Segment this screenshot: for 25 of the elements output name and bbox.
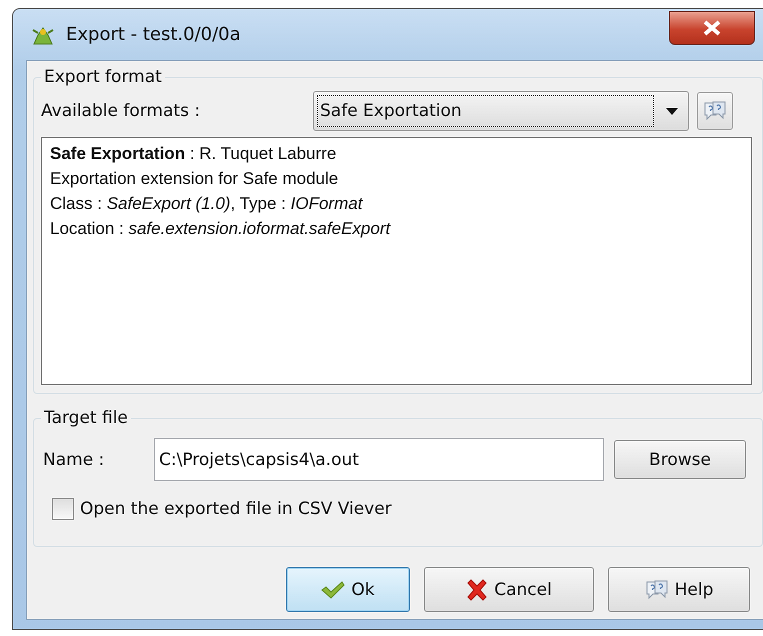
name-label: Name : bbox=[42, 450, 106, 470]
formats-label: Available formats : bbox=[41, 101, 202, 121]
file-name-field[interactable]: C:\Projets\capsis4\a.out bbox=[154, 438, 604, 481]
viewer-checkbox[interactable] bbox=[52, 498, 74, 520]
group-title: Export format bbox=[43, 67, 163, 87]
help-icon bbox=[644, 578, 669, 600]
help-button[interactable]: Help bbox=[608, 567, 750, 612]
checkbox-label: Open the exported file in CSV Viever bbox=[80, 499, 392, 519]
check-icon bbox=[321, 580, 346, 598]
window-title: Export - test.0/0/0a bbox=[66, 24, 241, 45]
close-icon bbox=[703, 20, 721, 36]
description-line: Class : SafeExport (1.0), Type : IOFormat bbox=[50, 193, 364, 215]
format-help-button[interactable] bbox=[697, 92, 733, 130]
format-dropdown[interactable]: Safe Exportation bbox=[313, 91, 689, 131]
cross-icon bbox=[466, 578, 488, 600]
description-line: Exportation extension for Safe module bbox=[50, 168, 340, 190]
description-line: Safe Exportation : R. Tuquet Laburre bbox=[50, 143, 338, 165]
close-button[interactable] bbox=[669, 11, 755, 45]
description-line: Location : safe.extension.ioformat.safeExport bbox=[50, 218, 392, 240]
help-icon bbox=[703, 100, 727, 122]
cancel-button[interactable]: Cancel bbox=[424, 567, 594, 612]
ok-button[interactable]: Ok bbox=[286, 567, 410, 612]
group-title: Target file bbox=[43, 408, 129, 428]
dropdown-arrow-icon bbox=[666, 108, 678, 114]
browse-button[interactable]: Browse bbox=[614, 440, 746, 479]
